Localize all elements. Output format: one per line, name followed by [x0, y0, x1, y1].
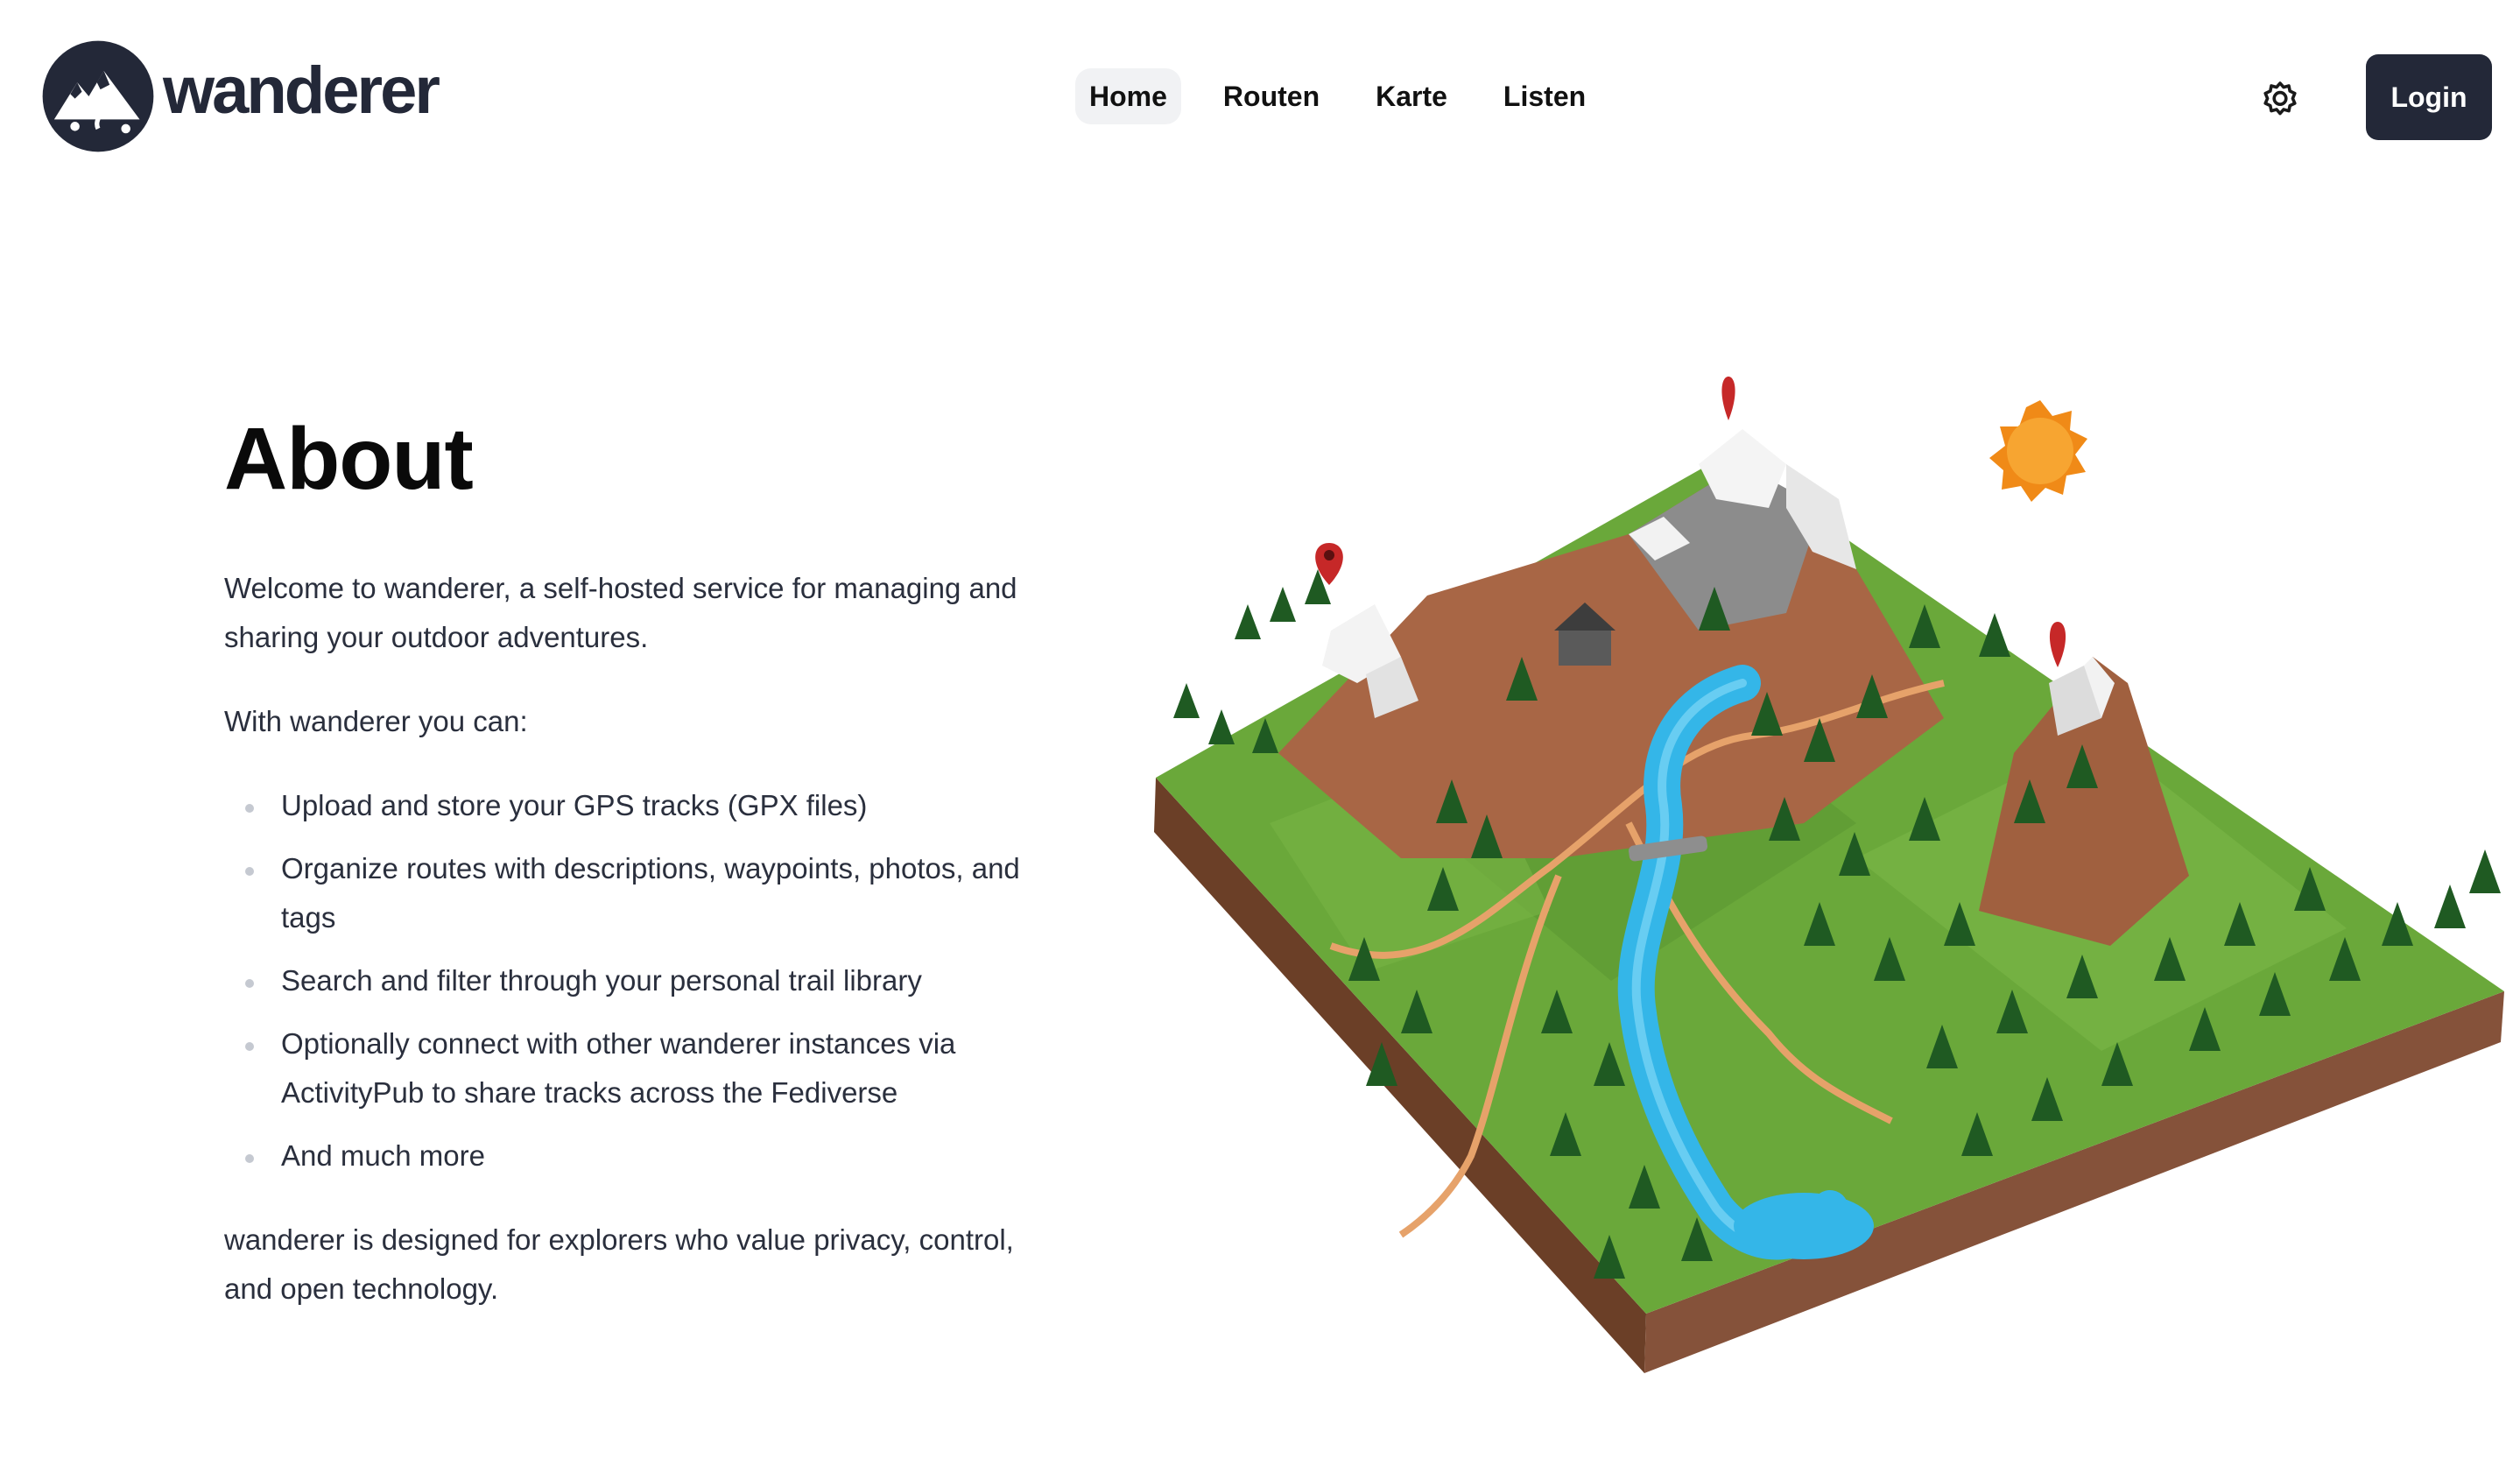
login-button[interactable]: Login: [2366, 54, 2492, 140]
list-item: And much more: [224, 1131, 1047, 1181]
features-intro: With wanderer you can:: [224, 705, 528, 737]
feature-list: Upload and store your GPS tracks (GPX fi…: [224, 781, 1047, 1181]
closing-paragraph: wanderer is designed for explorers who v…: [224, 1223, 1014, 1305]
page-title: About: [224, 410, 474, 508]
nav-item-home[interactable]: Home: [1075, 68, 1181, 124]
top-navigation-bar: wanderer Home Routen Karte Listen Login: [0, 0, 2520, 194]
main-nav: Home Routen Karte Listen: [1075, 68, 1628, 124]
nav-item-karte[interactable]: Karte: [1362, 68, 1461, 124]
gear-icon[interactable]: [2259, 77, 2301, 119]
nav-item-routen[interactable]: Routen: [1209, 68, 1334, 124]
list-item: Optionally connect with other wanderer i…: [224, 1019, 1047, 1117]
logo[interactable]: wanderer: [40, 39, 440, 154]
list-item: Organize routes with descriptions, waypo…: [224, 844, 1047, 942]
brand-name: wanderer: [163, 53, 440, 128]
nav-item-listen[interactable]: Listen: [1489, 68, 1600, 124]
about-section: About Welcome to wanderer, a self-hosted…: [224, 406, 1047, 1349]
wanderer-logo-icon: [42, 40, 154, 152]
list-item: Search and filter through your personal …: [224, 956, 1047, 1005]
list-item: Upload and store your GPS tracks (GPX fi…: [224, 781, 1047, 830]
landscape-illustration: [1154, 377, 2504, 1373]
intro-paragraph: Welcome to wanderer, a self-hosted servi…: [224, 572, 1017, 653]
